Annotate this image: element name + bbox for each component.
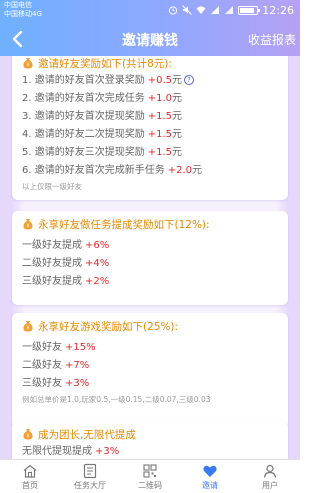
- list-item: 三级好友 +3%: [22, 375, 278, 393]
- tab-label: 邀请: [202, 481, 218, 490]
- row-label: 5. 邀请的好友三次提现奖励: [22, 147, 145, 158]
- signal-icon: [211, 6, 220, 14]
- money-bag-icon: ¥: [23, 58, 33, 69]
- heart-icon: [203, 465, 217, 477]
- tab-label: 首页: [22, 481, 38, 490]
- list-item: 二级好友提成 +4%: [22, 255, 278, 273]
- section-title: ¥ 永享好友做任务提成奖励如下(12%):: [22, 215, 278, 233]
- list-item: 4. 邀请的好友二次提现奖励 +1.5元: [22, 126, 278, 144]
- section-title: ¥ 成为团长,无限代提成: [22, 425, 278, 443]
- row-amount: +6%: [85, 240, 110, 251]
- section-title-text: 邀请好友奖励如下(共计8元):: [38, 57, 172, 70]
- section-title: ¥ 永享好友游戏奖励如下(25%):: [22, 317, 278, 335]
- list-item: 一级好友提成 +6%: [22, 237, 278, 255]
- svg-text:¥: ¥: [26, 326, 29, 332]
- row-unit: 元: [172, 93, 183, 104]
- row-amount: +3%: [95, 446, 120, 457]
- content-area[interactable]: ¥ 邀请好友奖励如下(共计8元): 1. 邀请的好友首次登录奖励 +0.5元? 2…: [0, 56, 300, 459]
- row-amount: +4%: [85, 258, 110, 269]
- list-item: 三级好友提成 +2%: [22, 273, 278, 291]
- row-label: 6. 邀请的好友首次完成新手任务: [22, 165, 165, 176]
- list-item: 5. 邀请的好友三次提现奖励 +1.5元: [22, 144, 278, 162]
- game-reward-card: ¥ 永享好友游戏奖励如下(25%): 一级好友 +15% 二级好友 +7% 三级好友…: [12, 313, 288, 429]
- mute-icon: [182, 5, 193, 15]
- carrier-info: 中国电信 中国移动4G: [4, 1, 42, 19]
- row-amount: +1.0: [147, 93, 173, 104]
- row-amount: +7%: [65, 360, 90, 371]
- tab-label: 用户: [262, 481, 278, 490]
- row-amount: +1.5: [147, 147, 173, 158]
- row-label: 1. 邀请的好友首次登录奖励: [22, 75, 145, 86]
- status-time: 12:26: [262, 3, 294, 17]
- list-item: 二级好友 +7%: [22, 357, 278, 375]
- tab-home[interactable]: 首页: [0, 460, 60, 493]
- list-item: 1. 邀请的好友首次登录奖励 +0.5元?: [22, 72, 278, 90]
- signal-2-icon: [225, 6, 234, 14]
- help-icon[interactable]: ?: [184, 75, 195, 85]
- row-unit: 元: [172, 129, 183, 140]
- tab-user[interactable]: 用户: [240, 460, 300, 493]
- row-amount: +0.5: [147, 75, 173, 86]
- section-title: ¥ 邀请好友奖励如下(共计8元):: [22, 56, 278, 72]
- list-item: 一级好友 +15%: [22, 339, 278, 357]
- app-header: 邀请赚钱 收益报表: [0, 22, 300, 56]
- carrier-1: 中国电信: [4, 1, 32, 9]
- task-list-icon: [83, 463, 97, 479]
- row-label: 一级好友: [22, 342, 62, 353]
- row-amount: +3%: [65, 378, 90, 389]
- status-bar: 中国电信 中国移动4G 12:26: [0, 0, 300, 22]
- row-label: 二级好友提成: [22, 258, 82, 269]
- list-item: 2. 邀请的好友首次完成任务 +1.0元: [22, 90, 278, 108]
- note-text: 以上仅限一级好友: [22, 182, 82, 191]
- bottom-tab-bar: 首页 任务大厅 二维码 邀请 用户: [0, 459, 300, 493]
- income-report-button[interactable]: 收益报表: [248, 31, 296, 48]
- status-icons: 12:26: [168, 3, 294, 17]
- team-leader-card: ¥ 成为团长,无限代提成 无限代提现提成 +3%: [12, 421, 288, 459]
- row-unit: 元: [192, 165, 203, 176]
- row-label: 4. 邀请的好友二次提现奖励: [22, 129, 145, 140]
- list-item: 无限代提现提成 +3%: [22, 443, 278, 459]
- row-amount: +15%: [65, 342, 96, 353]
- note-text: 例如总单价是1.0,玩家0.5,一级0.15,二级0.07,三级0.03: [22, 395, 211, 404]
- money-bag-icon: ¥: [23, 219, 33, 230]
- section-title-text: 永享好友游戏奖励如下(25%):: [38, 320, 179, 333]
- row-amount: +2.0: [167, 165, 193, 176]
- tab-qrcode[interactable]: 二维码: [120, 460, 180, 493]
- invite-reward-card: ¥ 邀请好友奖励如下(共计8元): 1. 邀请的好友首次登录奖励 +0.5元? 2…: [12, 56, 288, 200]
- row-unit: 元: [172, 111, 183, 122]
- row-label: 三级好友提成: [22, 276, 82, 287]
- row-label: 二级好友: [22, 360, 62, 371]
- row-label: 3. 邀请的好友首次提现奖励: [22, 111, 145, 122]
- section-title-text: 成为团长,无限代提成: [38, 428, 136, 441]
- carrier-2: 中国移动4G: [4, 10, 42, 18]
- row-label: 2. 邀请的好友首次完成任务: [22, 93, 145, 104]
- row-unit: 元: [172, 147, 183, 158]
- money-bag-icon: ¥: [23, 429, 33, 440]
- battery-icon: [238, 5, 261, 15]
- task-commission-card: ¥ 永享好友做任务提成奖励如下(12%): 一级好友提成 +6% 二级好友提成 +4…: [12, 211, 288, 305]
- svg-text:¥: ¥: [26, 63, 29, 69]
- section-title-text: 永享好友做任务提成奖励如下(12%):: [38, 218, 210, 231]
- tab-task-hall[interactable]: 任务大厅: [60, 460, 120, 493]
- row-amount: +1.5: [147, 111, 173, 122]
- list-item: 3. 邀请的好友首次提现奖励 +1.5元: [22, 108, 278, 126]
- wifi-icon: [196, 6, 206, 14]
- qrcode-icon: [143, 464, 157, 478]
- row-label: 三级好友: [22, 378, 62, 389]
- tab-label: 二维码: [138, 481, 162, 490]
- row-amount: +2%: [85, 276, 110, 287]
- money-bag-icon: ¥: [23, 321, 33, 332]
- tab-label: 任务大厅: [74, 481, 106, 490]
- row-amount: +1.5: [147, 129, 173, 140]
- tab-invite[interactable]: 邀请: [180, 460, 240, 493]
- svg-text:¥: ¥: [26, 434, 29, 440]
- list-item: 6. 邀请的好友首次完成新手任务 +2.0元: [22, 162, 278, 180]
- user-icon: [263, 464, 277, 478]
- row-label: 无限代提现提成: [22, 446, 92, 457]
- row-unit: 元: [172, 75, 183, 86]
- row-label: 一级好友提成: [22, 240, 82, 251]
- alarm-icon: [169, 6, 178, 15]
- svg-text:¥: ¥: [26, 224, 29, 230]
- home-icon: [23, 464, 37, 478]
